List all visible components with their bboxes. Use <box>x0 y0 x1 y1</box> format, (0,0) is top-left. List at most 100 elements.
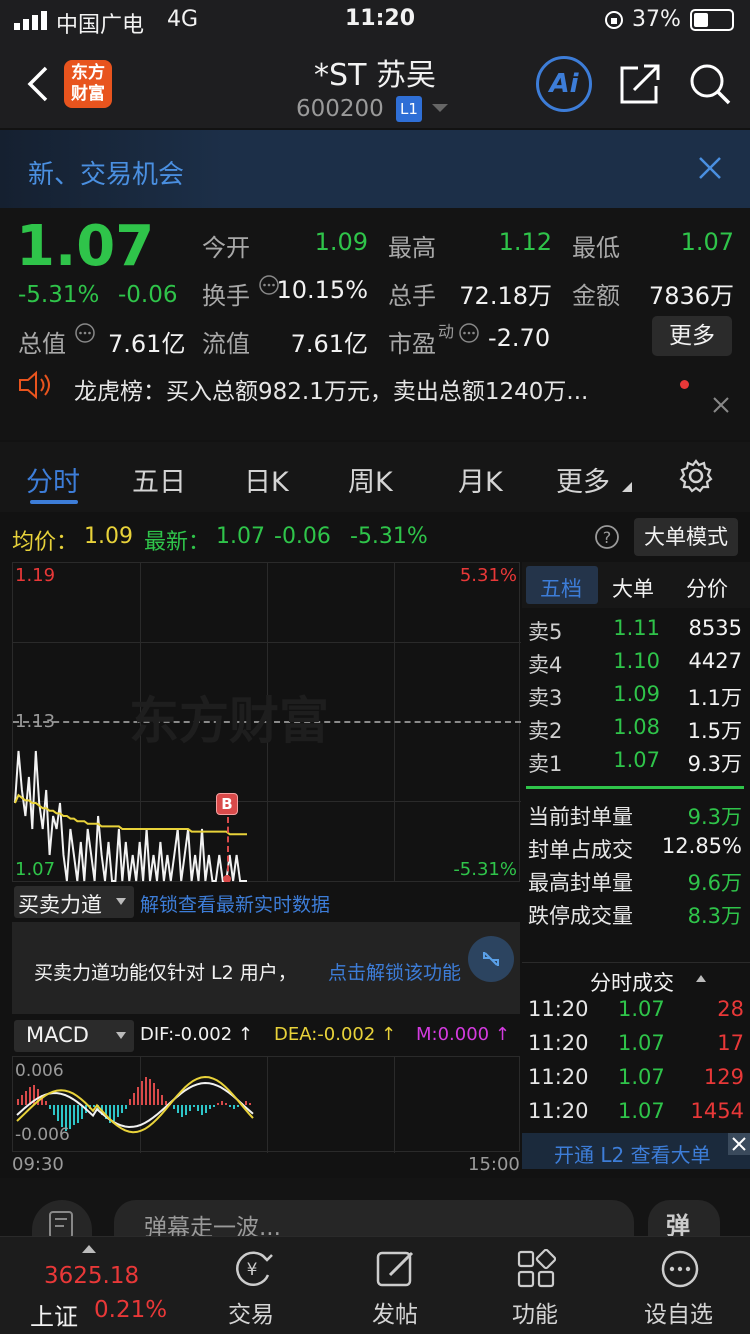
close-icon[interactable] <box>698 156 722 180</box>
axis-bottom-pct: -5.31% <box>453 859 517 880</box>
tick-volume: 129 <box>703 1065 744 1089</box>
macd-bar <box>53 1105 55 1115</box>
macd-chart[interactable]: 0.006 -0.006 <box>12 1056 520 1153</box>
info-dots-icon[interactable] <box>458 322 480 344</box>
l2-upgrade-button[interactable]: 开通 L2 查看大单 <box>522 1133 750 1169</box>
dropdown-icon[interactable] <box>432 104 448 114</box>
tab-intraday[interactable]: 分时 <box>26 460 80 499</box>
open-value: 1.09 <box>314 228 368 256</box>
macd-bar <box>181 1105 183 1117</box>
volume-value: 72.18万 <box>459 282 552 310</box>
tab-more[interactable]: 更多 <box>556 460 610 499</box>
battery-percent: 37% <box>632 7 681 32</box>
rotation-lock-icon <box>605 11 623 29</box>
comment-input[interactable]: 弹幕走一波... <box>114 1200 634 1241</box>
close-icon[interactable] <box>712 396 730 414</box>
tab-daily-k[interactable]: 日K <box>244 460 289 499</box>
macd-bar <box>17 1099 19 1105</box>
ticks-title[interactable]: 分时成交 <box>590 967 674 997</box>
macd-bar <box>213 1105 215 1107</box>
nav-post[interactable]: 发帖 <box>354 1237 438 1334</box>
ask-volume: 9.3万 <box>687 752 742 776</box>
macd-top: 0.006 <box>15 1061 64 1081</box>
buy-marker[interactable]: B <box>216 793 238 815</box>
tab-price-dist[interactable]: 分价 <box>686 573 728 603</box>
ask-volume: 4427 <box>688 649 742 673</box>
ask-row[interactable]: 卖3 1.09 1.1万 <box>522 678 750 711</box>
macd-bar <box>221 1101 223 1105</box>
float-value: 7.61亿 <box>290 330 368 358</box>
tick-time: 11:20 <box>528 1031 589 1055</box>
tab-weekly-k[interactable]: 周K <box>348 460 393 499</box>
mktcap-value: 7.61亿 <box>108 330 186 358</box>
float-label: 流值 <box>202 330 250 358</box>
tick-list: 11:20 1.07 28 11:20 1.07 17 11:20 1.07 129 11:20 1… <box>522 997 750 1133</box>
tab-5day[interactable]: 五日 <box>132 460 186 499</box>
danmaku-toggle[interactable]: 弹 <box>648 1200 720 1240</box>
macd-bar <box>145 1077 147 1105</box>
index-ticker[interactable]: 3625.18 上证 0.21% <box>0 1237 180 1334</box>
gear-icon[interactable] <box>678 458 714 494</box>
nav-post-label: 发帖 <box>372 1302 418 1328</box>
ask-divider <box>526 786 744 789</box>
mktcap-label: 总值 <box>18 330 66 358</box>
macd-bar: MACD DIF:-0.002 ↑ DEA:-0.002 ↑ M:0.000 ↑ <box>12 1018 520 1056</box>
share-icon[interactable] <box>618 62 662 106</box>
more-button[interactable]: 更多 <box>652 316 732 356</box>
macd-bar <box>225 1103 227 1105</box>
macd-bottom: -0.006 <box>15 1125 70 1145</box>
intraday-chart[interactable]: 东方财富 1.19 1.13 1.07 5.31% -5.31% B <box>12 562 521 883</box>
turnover-label: 换手 <box>202 282 250 310</box>
search-icon[interactable] <box>688 62 732 106</box>
ticks-panel: 分时成交 11:20 1.07 28 11:20 1.07 17 11:20 1.07 129 1… <box>522 962 750 1172</box>
notice-text[interactable]: 龙虎榜：买入总额982.1万元，卖出总额1240万... <box>74 372 588 406</box>
info-dots-icon[interactable] <box>74 322 96 344</box>
macd-bar <box>125 1105 127 1109</box>
status-bar: 中国广电 4G 11:20 37% <box>0 0 750 40</box>
ask-label: 卖3 <box>528 686 563 710</box>
comment-list-icon[interactable] <box>32 1200 92 1240</box>
ask-label: 卖4 <box>528 653 563 677</box>
tick-row: 11:20 1.07 129 <box>522 1065 750 1099</box>
ask-price: 1.10 <box>613 649 660 673</box>
avg-label: 均价： <box>12 530 79 555</box>
tab-big-orders[interactable]: 大单 <box>612 573 654 603</box>
level-badge[interactable]: L1 <box>396 96 422 122</box>
nav-trade[interactable]: ¥ 交易 <box>210 1237 294 1334</box>
big-order-mode-button[interactable]: 大单模式 <box>634 518 738 556</box>
macd-bar <box>229 1105 231 1107</box>
macd-bar <box>245 1101 247 1105</box>
macd-selector[interactable]: MACD <box>14 1020 134 1052</box>
macd-bar <box>185 1105 187 1115</box>
tab-five-levels[interactable]: 五档 <box>526 566 598 604</box>
more-caret-icon <box>622 482 632 492</box>
nav-functions[interactable]: 功能 <box>494 1237 578 1334</box>
seal-stat-row: 跌停成交量 8.3万 <box>522 897 750 930</box>
ask-price: 1.11 <box>613 616 660 640</box>
stock-code: 600200 <box>296 96 384 122</box>
macd-bar <box>133 1093 135 1105</box>
opportunity-banner[interactable]: 新、交易机会 <box>0 130 750 208</box>
ask-row[interactable]: 卖4 1.10 4427 <box>522 645 750 678</box>
clock: 11:20 <box>345 6 416 31</box>
close-icon[interactable] <box>728 1133 750 1155</box>
ask-price: 1.09 <box>613 682 660 706</box>
tab-monthly-k[interactable]: 月K <box>458 460 503 499</box>
ask-row[interactable]: 卖2 1.08 1.5万 <box>522 711 750 744</box>
unread-dot <box>680 380 689 389</box>
macd-m: M:0.000 ↑ <box>416 1024 510 1045</box>
force-unlock-cta[interactable]: 点击解锁该功能 <box>328 958 461 985</box>
grid-apps-icon <box>517 1249 556 1288</box>
help-icon[interactable]: ? <box>594 524 620 550</box>
ask-row[interactable]: 卖5 1.11 8535 <box>522 612 750 645</box>
force-unlock-link[interactable]: 解锁查看最新实时数据 <box>140 890 330 917</box>
ask-volume: 1.5万 <box>687 719 742 743</box>
expand-icon[interactable] <box>468 936 514 982</box>
macd-bar <box>157 1089 159 1105</box>
ask-row[interactable]: 卖1 1.07 9.3万 <box>522 744 750 777</box>
nav-add-watchlist[interactable]: 设自选 <box>634 1237 734 1334</box>
force-selector-label: 买卖力道 <box>18 893 102 917</box>
bottom-nav: 3625.18 上证 0.21% ¥ 交易 发帖 功能 设自选 <box>0 1236 750 1334</box>
force-selector[interactable]: 买卖力道 <box>14 886 134 918</box>
ai-button[interactable]: Ai <box>536 56 592 112</box>
